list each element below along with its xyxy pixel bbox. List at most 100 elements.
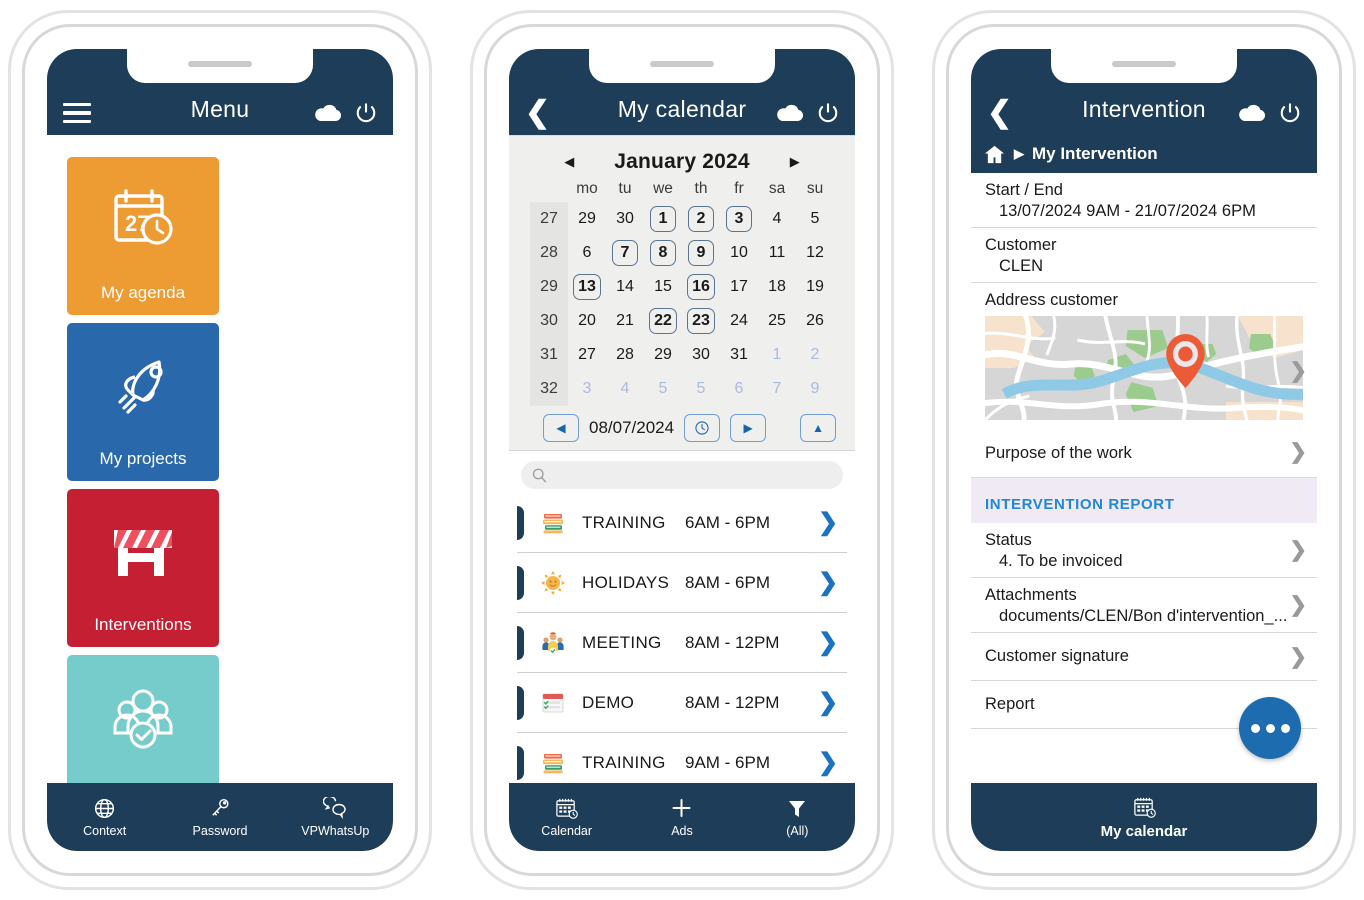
chevron-right-icon[interactable]: ❯ xyxy=(1289,538,1307,563)
calendar-day[interactable]: 7 xyxy=(758,372,796,406)
calendar-day[interactable]: 5 xyxy=(796,202,834,236)
breadcrumb[interactable]: ▶ My Intervention xyxy=(971,135,1317,173)
chevron-right-icon[interactable]: ❯ xyxy=(815,748,841,777)
map-row[interactable]: ❯ xyxy=(971,309,1317,426)
calendar-day[interactable]: 27 xyxy=(568,338,606,372)
clock-icon[interactable] xyxy=(684,414,721,442)
calendar-day[interactable]: 26 xyxy=(796,304,834,338)
chevron-right-icon[interactable]: ❯ xyxy=(815,628,841,657)
chevron-left-icon[interactable]: ❮ xyxy=(987,98,1012,128)
calendar-day-selected[interactable]: 9 xyxy=(682,236,720,270)
calendar-day-selected[interactable]: 22 xyxy=(644,304,682,338)
triangle-left-icon[interactable]: ◀ xyxy=(564,154,574,170)
event-list-item[interactable]: TRAINING 6AM - 6PM ❯ xyxy=(517,493,847,553)
cloud-icon[interactable] xyxy=(1237,103,1267,123)
calendar-day-selected[interactable]: 1 xyxy=(644,202,682,236)
calendar-day[interactable]: 28 xyxy=(606,338,644,372)
tile-interventions[interactable]: Interventions xyxy=(67,489,219,647)
tile-my-projects[interactable]: My projects xyxy=(67,323,219,481)
power-icon[interactable] xyxy=(1279,102,1301,124)
calendar-day[interactable]: 10 xyxy=(720,236,758,270)
calendar-day[interactable]: 20 xyxy=(568,304,606,338)
calendar-day-selected[interactable]: 13 xyxy=(568,270,606,304)
calendar-day[interactable]: 30 xyxy=(606,202,644,236)
triangle-right-icon[interactable]: ▶ xyxy=(790,154,800,170)
calendar-day[interactable]: 19 xyxy=(796,270,834,304)
chevron-right-icon[interactable]: ❯ xyxy=(1289,359,1307,384)
calendar-day[interactable]: 30 xyxy=(682,338,720,372)
calendar-day-selected[interactable]: 23 xyxy=(682,304,720,338)
week-number-cell[interactable]: 30 xyxy=(530,304,568,338)
tab-filter-all[interactable]: (All) xyxy=(740,796,855,838)
calendar-day[interactable]: 3 xyxy=(568,372,606,406)
chevron-left-icon[interactable]: ❮ xyxy=(525,98,550,128)
calendar-day[interactable]: 31 xyxy=(720,338,758,372)
calendar-day-selected[interactable]: 2 xyxy=(682,202,720,236)
calendar-prev-button[interactable]: ◀ xyxy=(543,414,579,442)
chevron-right-icon[interactable]: ❯ xyxy=(815,508,841,537)
chevron-right-icon[interactable]: ❯ xyxy=(1289,644,1307,669)
calendar-day[interactable]: 6 xyxy=(720,372,758,406)
calendar-day-selected[interactable]: 8 xyxy=(644,236,682,270)
chevron-right-icon[interactable]: ❯ xyxy=(1289,593,1307,618)
calendar-day-selected[interactable]: 3 xyxy=(720,202,758,236)
calendar-day[interactable]: 15 xyxy=(644,270,682,304)
calendar-day[interactable]: 14 xyxy=(606,270,644,304)
field-status[interactable]: Status 4. To be invoiced ❯ xyxy=(971,523,1317,578)
calendar-day[interactable]: 24 xyxy=(720,304,758,338)
home-icon[interactable] xyxy=(983,144,1006,165)
calendar-day[interactable]: 1 xyxy=(758,338,796,372)
tile-my-agenda[interactable]: 27 My agenda xyxy=(67,157,219,315)
calendar-collapse-button[interactable]: ▲ xyxy=(800,414,837,442)
calendar-day[interactable]: 25 xyxy=(758,304,796,338)
field-attachments[interactable]: Attachments documents/CLEN/Bon d'interve… xyxy=(971,578,1317,633)
calendar-day[interactable]: 18 xyxy=(758,270,796,304)
chevron-right-icon[interactable]: ❯ xyxy=(815,568,841,597)
calendar-day-selected[interactable]: 16 xyxy=(682,270,720,304)
field-start-end[interactable]: Start / End 13/07/2024 9AM - 21/07/2024 … xyxy=(971,173,1317,228)
calendar-day[interactable]: 12 xyxy=(796,236,834,270)
calendar-day[interactable]: 4 xyxy=(606,372,644,406)
tab-password[interactable]: Password xyxy=(162,797,277,838)
cloud-icon[interactable] xyxy=(775,103,805,123)
field-customer-signature[interactable]: Customer signature ❯ xyxy=(971,633,1317,681)
tab-calendar[interactable]: Calendar xyxy=(509,796,624,838)
calendar-day[interactable]: 9 xyxy=(796,372,834,406)
cloud-icon[interactable] xyxy=(313,103,343,123)
event-list-item[interactable]: MEETING 8AM - 12PM ❯ xyxy=(517,613,847,673)
event-list-item[interactable]: DEMO 8AM - 12PM ❯ xyxy=(517,673,847,733)
calendar-day[interactable]: 17 xyxy=(720,270,758,304)
tab-ads[interactable]: Ads xyxy=(624,796,739,838)
field-purpose-of-work[interactable]: Purpose of the work ❯ xyxy=(971,426,1317,478)
calendar-day[interactable]: 6 xyxy=(568,236,606,270)
more-actions-fab[interactable] xyxy=(1239,697,1301,759)
search-input[interactable] xyxy=(521,461,843,489)
week-number-cell[interactable]: 31 xyxy=(530,338,568,372)
calendar-day[interactable]: 29 xyxy=(644,338,682,372)
calendar-day[interactable]: 11 xyxy=(758,236,796,270)
map-thumbnail[interactable] xyxy=(979,309,1312,426)
field-customer[interactable]: Customer CLEN xyxy=(971,228,1317,283)
calendar-day[interactable]: 29 xyxy=(568,202,606,236)
power-icon[interactable] xyxy=(817,102,839,124)
calendar-day[interactable]: 5 xyxy=(644,372,682,406)
phone3-appbar: ❮ Intervention xyxy=(971,49,1317,135)
event-list-item[interactable]: HOLIDAYS 8AM - 6PM ❯ xyxy=(517,553,847,613)
tab-vpwhatsup[interactable]: VPWhatsUp xyxy=(278,796,393,838)
calendar-day[interactable]: 2 xyxy=(796,338,834,372)
chevron-right-icon[interactable]: ❯ xyxy=(815,688,841,717)
calendar-day[interactable]: 21 xyxy=(606,304,644,338)
week-number-cell[interactable]: 29 xyxy=(530,270,568,304)
calendar-day[interactable]: 4 xyxy=(758,202,796,236)
tab-my-calendar[interactable]: My calendar xyxy=(971,795,1317,840)
calendar-day[interactable]: 5 xyxy=(682,372,720,406)
power-icon[interactable] xyxy=(355,102,377,124)
week-number-cell[interactable]: 27 xyxy=(530,202,568,236)
tab-context[interactable]: Context xyxy=(47,797,162,838)
week-number-cell[interactable]: 28 xyxy=(530,236,568,270)
calendar-day-selected[interactable]: 7 xyxy=(606,236,644,270)
hamburger-menu-icon[interactable] xyxy=(63,103,91,123)
calendar-next-button[interactable]: ▶ xyxy=(730,414,767,442)
chevron-right-icon[interactable]: ❯ xyxy=(1289,439,1307,464)
week-number-cell[interactable]: 32 xyxy=(530,372,568,406)
